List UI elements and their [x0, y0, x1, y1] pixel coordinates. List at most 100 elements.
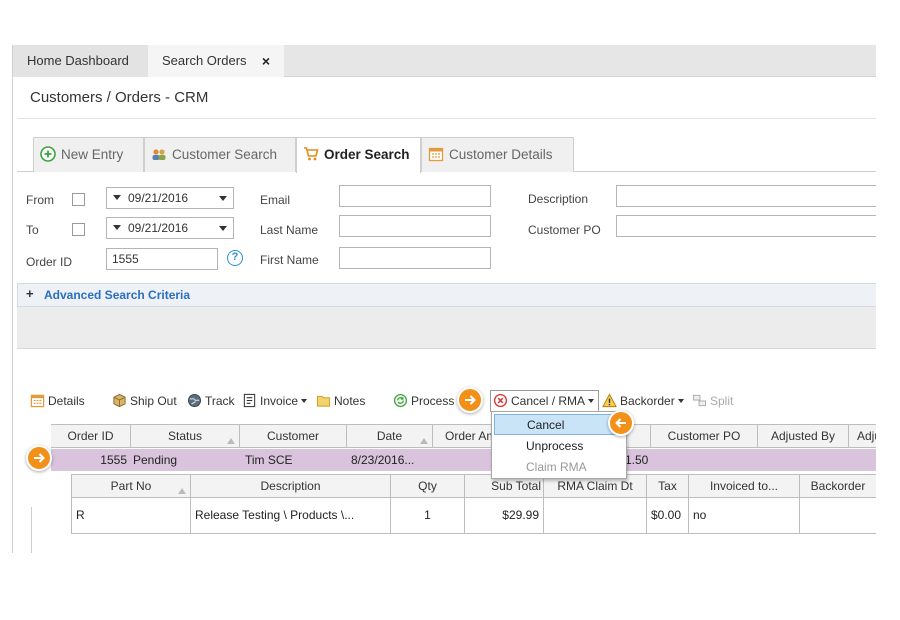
ship-out-button[interactable]: Ship Out [112, 393, 177, 411]
first-name-label: First Name [260, 253, 319, 267]
menu-item-cancel[interactable]: Cancel [494, 414, 624, 435]
globe-icon [188, 394, 201, 407]
order-id-cell: 1555 [100, 453, 127, 467]
col-part-no[interactable]: Part No [72, 475, 191, 497]
arrow-right-icon [26, 445, 52, 471]
tab-customer-details-label: Customer Details [449, 147, 553, 162]
tab-home-dashboard[interactable]: Home Dashboard [13, 45, 148, 77]
details-label: Details [48, 394, 85, 408]
table-row[interactable]: 1555 Pending Tim SCE 8/23/2016... 1.50 [51, 449, 876, 471]
notes-label: Notes [334, 394, 366, 408]
col-qty[interactable]: Qty [391, 475, 465, 497]
from-date-picker[interactable]: 09/21/2016 [106, 187, 234, 209]
customer-cell: Tim SCE [245, 453, 293, 467]
col-tax[interactable]: Tax [647, 475, 689, 497]
to-label: To [26, 223, 39, 237]
tab-customer-search[interactable]: Customer Search [144, 137, 296, 172]
help-icon[interactable]: ? [227, 250, 243, 266]
cancel-rma-button[interactable]: Cancel / RMA [490, 390, 600, 412]
cancel-rma-menu: Cancel Unprocess Claim RMA [491, 411, 627, 479]
calendar-icon [428, 147, 444, 162]
split-label: Split [710, 394, 734, 408]
status-cell: Pending [133, 453, 178, 467]
ship-out-label: Ship Out [130, 394, 177, 408]
description-label: Description [528, 192, 589, 206]
email-field[interactable] [339, 185, 491, 207]
col-status[interactable]: Status [131, 425, 240, 447]
email-label: Email [260, 193, 291, 207]
part-no-cell: R [72, 498, 191, 533]
col-date[interactable]: Date [347, 425, 433, 447]
crm-window: Home Dashboard Search Orders × Customers… [12, 45, 876, 553]
col-customer-po[interactable]: Customer PO [651, 425, 758, 447]
last-name-field[interactable] [339, 215, 491, 237]
invoice-button[interactable]: Invoice [242, 393, 308, 411]
amount-cell: 1.50 [625, 453, 649, 467]
orders-grid-header: Order ID Status Customer Date Order Am C… [51, 424, 876, 448]
sort-icon [227, 438, 235, 444]
notes-button[interactable]: Notes [316, 393, 365, 411]
col-adjusted[interactable]: Adju [849, 425, 876, 447]
track-label: Track [205, 394, 235, 408]
col-tax-label: Tax [658, 479, 677, 493]
order-item-row[interactable]: R Release Testing \ Products \... 1 $29.… [71, 498, 876, 534]
col-customer[interactable]: Customer [240, 425, 347, 447]
divider [31, 507, 32, 553]
chevron-down-icon[interactable] [219, 226, 227, 231]
col-invoiced-to-label: Invoiced to... [709, 479, 779, 493]
chevron-down-icon[interactable] [301, 399, 308, 403]
process-button[interactable]: Process [393, 393, 454, 411]
advanced-search-toggle[interactable]: + Advanced Search Criteria [17, 283, 876, 307]
tax-cell: $0.00 [647, 498, 689, 533]
col-rma-claim-dt-label: RMA Claim Dt [557, 479, 633, 493]
order-id-field[interactable]: 1555 [106, 248, 218, 270]
menu-item-unprocess[interactable]: Unprocess [494, 436, 624, 457]
col-invoiced-to[interactable]: Invoiced to... [689, 475, 800, 497]
col-description[interactable]: Description [191, 475, 391, 497]
tab-search-label: Search Orders [162, 53, 247, 68]
backorder-button[interactable]: Backorder [602, 393, 684, 411]
from-checkbox[interactable] [72, 193, 85, 206]
first-name-field[interactable] [339, 247, 491, 269]
tab-new-entry[interactable]: New Entry [33, 137, 144, 172]
tab-order-search[interactable]: Order Search [296, 137, 421, 173]
cart-icon [304, 147, 319, 161]
col-backorder[interactable]: Backorder [800, 475, 876, 497]
col-order-id[interactable]: Order ID [51, 425, 131, 447]
col-qty-label: Qty [418, 479, 437, 493]
col-description-label: Description [260, 479, 321, 493]
col-order-id-label: Order ID [67, 429, 114, 443]
track-button[interactable]: Track [187, 393, 235, 411]
to-date-picker[interactable]: 09/21/2016 [106, 217, 234, 239]
col-adjusted-by[interactable]: Adjusted By [758, 425, 849, 447]
split-button[interactable]: Split [692, 393, 733, 411]
details-button[interactable]: Details [30, 393, 85, 411]
chevron-down-icon[interactable] [219, 196, 227, 201]
tab-search-orders[interactable]: Search Orders × [148, 45, 284, 77]
expand-icon[interactable]: + [26, 286, 34, 301]
top-tab-bar: Home Dashboard Search Orders × [13, 45, 876, 77]
cancel-rma-label: Cancel / RMA [511, 394, 586, 408]
close-icon[interactable]: × [262, 45, 270, 77]
chevron-down-icon[interactable] [677, 399, 684, 403]
col-part-no-label: Part No [110, 479, 152, 493]
order-id-label: Order ID [26, 255, 73, 269]
customer-po-field[interactable] [616, 215, 876, 237]
to-checkbox[interactable] [72, 223, 85, 236]
description-field[interactable] [616, 185, 876, 207]
add-circle-icon [40, 146, 56, 162]
date-cell: 8/23/2016... [351, 453, 415, 467]
col-status-label: Status [167, 429, 203, 443]
users-icon [152, 149, 166, 160]
tab-customer-details[interactable]: Customer Details [421, 137, 574, 172]
from-date-value: 09/21/2016 [128, 191, 189, 205]
folder-icon [316, 395, 331, 407]
arrow-left-icon [608, 410, 634, 436]
advanced-search-link[interactable]: Advanced Search Criteria [44, 288, 190, 302]
from-label: From [26, 193, 54, 207]
col-customer-po-label: Customer PO [667, 429, 741, 443]
process-label: Process [411, 394, 455, 408]
last-name-label: Last Name [260, 223, 319, 237]
sub-total-cell: $29.99 [465, 498, 544, 533]
chevron-down-icon[interactable] [588, 399, 595, 403]
